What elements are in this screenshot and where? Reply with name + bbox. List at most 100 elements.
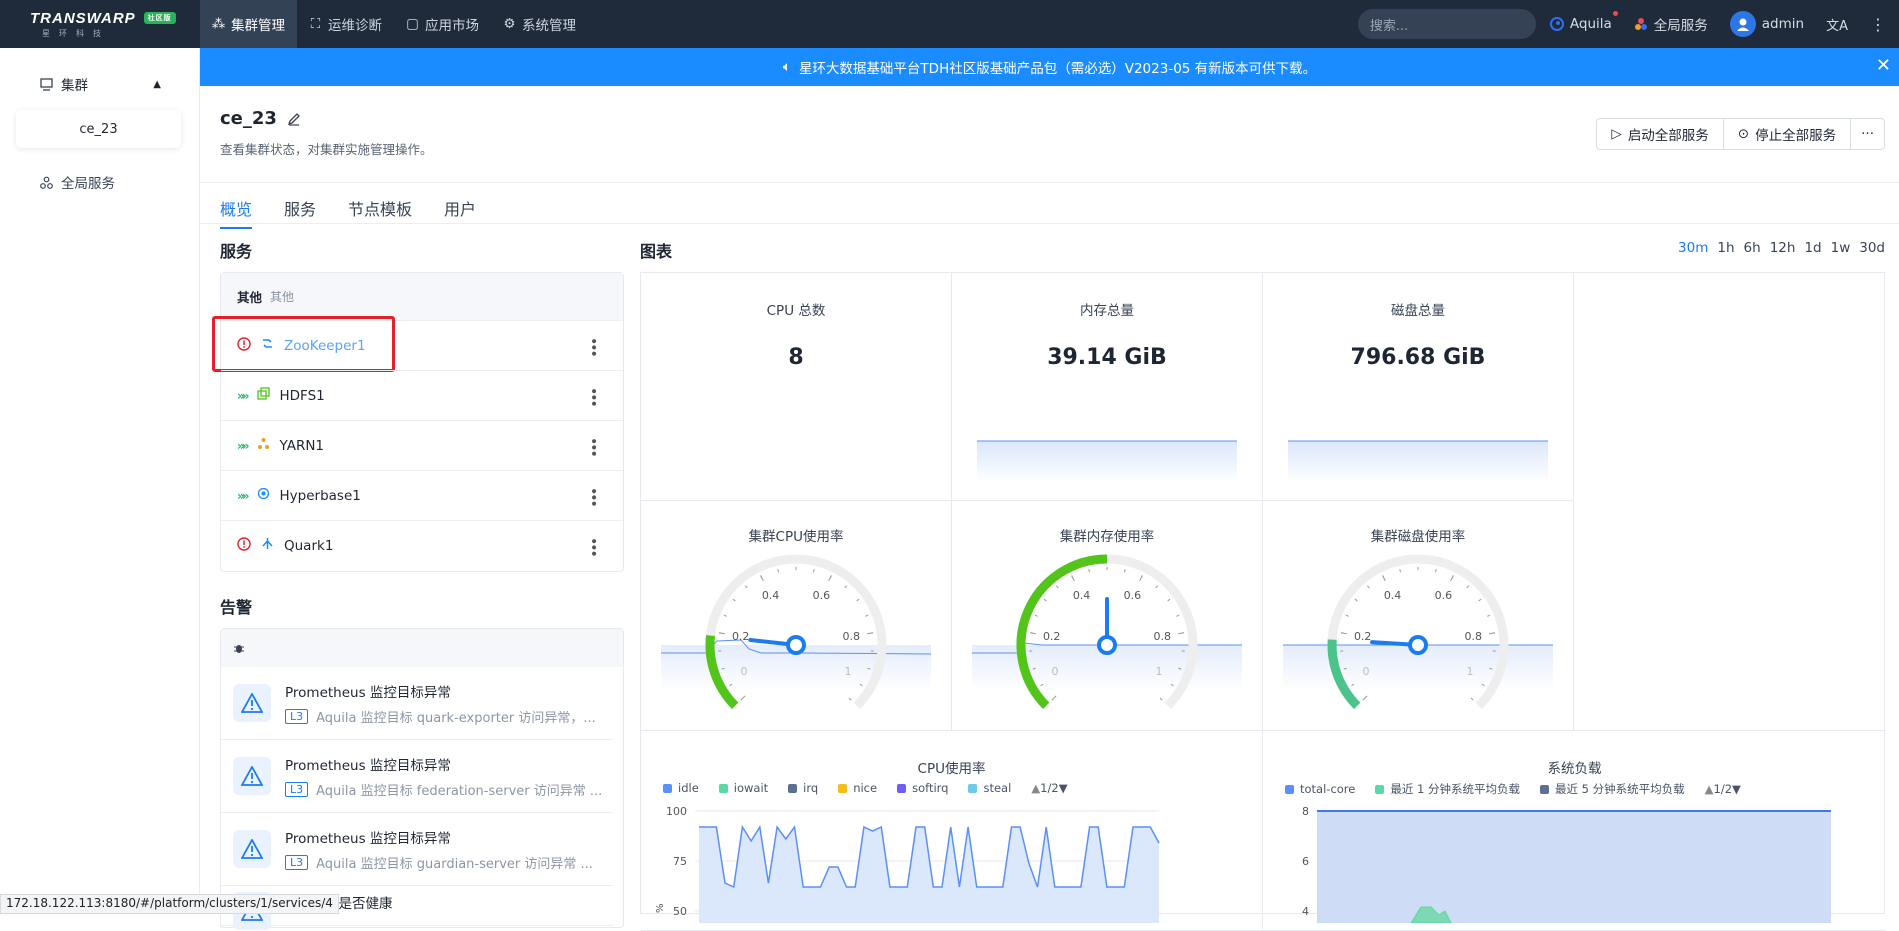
nav-item-label: 应用市场 — [425, 14, 479, 34]
warning-icon — [233, 830, 271, 868]
diagnose-icon: ⛶ — [309, 18, 322, 31]
services-panel: 其他其他 ZooKeeper1•••»»HDFS1•••»»YARN1•••»»… — [220, 272, 624, 572]
service-row[interactable]: »»YARN1••• — [221, 420, 623, 470]
gauge-tick: 0.2 — [1354, 630, 1372, 643]
legend-item[interactable]: irq — [788, 781, 818, 795]
gauge-tick: 0.6 — [813, 589, 831, 602]
bug-icon[interactable] — [233, 642, 245, 654]
cluster-name: ce_23 — [220, 108, 277, 129]
legend-pager[interactable]: ▲1/2▼ — [1705, 782, 1741, 796]
gauge-chart: 00.20.40.60.81 — [661, 545, 931, 725]
legend-pager[interactable]: ▲1/2▼ — [1031, 781, 1067, 795]
legend-item[interactable]: 最近 1 分钟系统平均负载 — [1375, 781, 1520, 797]
legend-swatch — [897, 784, 906, 793]
service-row[interactable]: ZooKeeper1••• — [221, 320, 623, 370]
nav-item-3[interactable]: ⚙系统管理 — [491, 0, 588, 48]
time-range-6h[interactable]: 6h — [1744, 240, 1761, 256]
gauge-tick: 0.6 — [1435, 589, 1453, 602]
time-range-30m[interactable]: 30m — [1678, 240, 1708, 256]
top-navbar: TRANSWARP社区版 星环科技 ⁂ 集群管理 ⛶运维诊断▢应用市场⚙系统管理 搜… — [0, 0, 1899, 48]
time-range-1h[interactable]: 1h — [1717, 240, 1734, 256]
legend-label: nice — [853, 781, 877, 795]
search-input[interactable]: 搜索... — [1358, 9, 1536, 39]
gauge-tick: 0.2 — [1043, 630, 1061, 643]
nav-item-0[interactable]: ⁂ 集群管理 — [200, 0, 297, 48]
error-status-icon — [237, 537, 251, 555]
chart-title: CPU使用率 — [641, 757, 1262, 777]
highlight-box — [212, 316, 395, 372]
charts-grid: CPU 总数8内存总量39.14 GiB磁盘总量796.68 GiB集群CPU使… — [640, 272, 1885, 914]
nav-item-2[interactable]: ▢应用市场 — [394, 0, 491, 48]
running-status-icon: »» — [237, 488, 247, 504]
alert-level-badge: L3 — [285, 782, 308, 797]
alert-item[interactable]: Prometheus 监控目标异常L3Aquila 监控目标 federatio… — [221, 740, 613, 813]
gauge-label: 集群CPU使用率 — [641, 525, 951, 545]
time-range-1w[interactable]: 1w — [1831, 240, 1851, 256]
more-vertical-icon[interactable]: ••• — [585, 337, 601, 356]
legend-swatch — [1375, 785, 1384, 794]
legend-item[interactable]: nice — [838, 781, 877, 795]
legend-label: idle — [678, 781, 699, 795]
nav-item-label: 系统管理 — [522, 14, 576, 34]
legend-item[interactable]: total-core — [1285, 782, 1355, 796]
services-group-header: 其他其他 — [221, 273, 623, 320]
service-name[interactable]: HDFS1 — [280, 388, 325, 404]
stat-label: CPU 总数 — [641, 299, 951, 319]
sidebar-item-label: 全局服务 — [61, 172, 115, 192]
time-range-1d[interactable]: 1d — [1804, 240, 1821, 256]
service-row[interactable]: Quark1 ••• — [221, 520, 623, 570]
main-content: ce_23 查看集群状态，对集群实施管理操作。 ▷启动全部服务 ⊙停止全部服务 … — [200, 86, 1899, 914]
more-vertical-icon[interactable]: ••• — [585, 437, 601, 456]
alert-item[interactable]: Prometheus 监控目标异常L3Aquila 监控目标 guardian-… — [221, 813, 613, 886]
stat-card: CPU 总数8 — [641, 273, 952, 501]
cluster-icon: ⁂ — [212, 18, 225, 31]
service-name[interactable]: Hyperbase1 — [280, 488, 361, 504]
service-name[interactable]: Quark1 — [284, 538, 333, 554]
sidebar-item-global-services[interactable]: 全局服务 — [0, 164, 199, 200]
aquila-link[interactable]: Aquila — [1550, 16, 1612, 32]
time-range-30d[interactable]: 30d — [1859, 240, 1885, 256]
service-name[interactable]: YARN1 — [280, 438, 325, 454]
banner-text[interactable]: 星环大数据基础平台TDH社区版基础产品包（需必选）V2023-05 有新版本可供… — [799, 57, 1316, 77]
sidebar-item-ce23[interactable]: ce_23 — [16, 110, 181, 148]
alert-item[interactable]: Prometheus 监控目标异常L3Aquila 监控目标 quark-exp… — [221, 667, 613, 740]
legend-item[interactable]: iowait — [719, 781, 768, 795]
warning-icon — [233, 757, 271, 795]
alert-level-badge: L3 — [285, 855, 308, 870]
legend-item[interactable]: idle — [663, 781, 699, 795]
nav-item-label: 集群管理 — [231, 14, 285, 34]
legend-swatch — [1285, 785, 1294, 794]
more-vertical-icon[interactable]: ••• — [585, 487, 601, 506]
alert-title: Prometheus 监控目标异常 — [285, 681, 613, 701]
language-switch[interactable]: 文A — [1826, 15, 1848, 34]
global-services-link[interactable]: 全局服务 — [1634, 14, 1708, 34]
alert-description: Aquila 监控目标 quark-exporter 访问异常，... — [316, 707, 596, 726]
close-icon[interactable]: ✕ — [1876, 57, 1891, 75]
play-icon: ▷ — [1611, 126, 1621, 142]
more-menu-button[interactable]: ⋮ — [1870, 15, 1885, 34]
edit-icon[interactable] — [287, 112, 301, 126]
start-all-services-button[interactable]: ▷启动全部服务 — [1596, 118, 1723, 150]
more-vertical-icon[interactable]: ••• — [585, 537, 601, 556]
more-actions-button[interactable]: ··· — [1851, 118, 1885, 150]
legend-label: steal — [983, 781, 1011, 795]
stop-all-services-button[interactable]: ⊙停止全部服务 — [1724, 118, 1851, 150]
more-vertical-icon[interactable]: ••• — [585, 387, 601, 406]
service-row[interactable]: »» Hyperbase1 ••• — [221, 470, 623, 520]
stat-card: 内存总量39.14 GiB — [952, 273, 1263, 501]
gauge-tick: 0.2 — [732, 630, 750, 643]
alert-description: Aquila 监控目标 guardian-server 访问异常 ... — [316, 853, 593, 872]
legend-item[interactable]: steal — [968, 781, 1011, 795]
user-menu[interactable]: admin — [1730, 11, 1804, 37]
nav-item-1[interactable]: ⛶运维诊断 — [297, 0, 394, 48]
service-row[interactable]: »»HDFS1••• — [221, 370, 623, 420]
cluster-list-icon — [40, 78, 53, 91]
legend-swatch — [788, 784, 797, 793]
sidebar-group-cluster[interactable]: 集群 ▲ — [0, 66, 199, 102]
legend-item[interactable]: softirq — [897, 781, 948, 795]
line-chart-plot: 864 — [1271, 803, 1841, 923]
time-range-12h[interactable]: 12h — [1770, 240, 1796, 256]
sidebar: 集群 ▲ ce_23 全局服务 — [0, 48, 200, 914]
transwarp-logo[interactable]: TRANSWARP社区版 星环科技 — [0, 0, 200, 48]
legend-item[interactable]: 最近 5 分钟系统平均负载 — [1540, 781, 1685, 797]
